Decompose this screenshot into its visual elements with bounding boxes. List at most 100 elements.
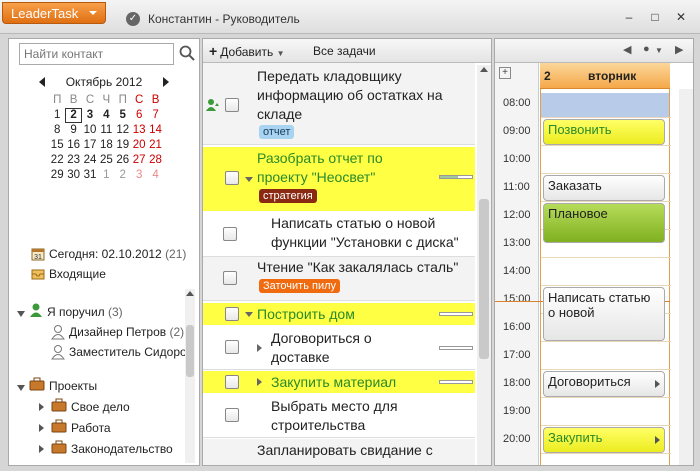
task-checkbox[interactable] <box>223 271 237 285</box>
expand-icon[interactable] <box>39 424 44 432</box>
collapse-icon[interactable] <box>17 385 25 391</box>
day-column[interactable] <box>540 89 671 465</box>
task-checkbox[interactable] <box>225 98 239 112</box>
task-checkbox[interactable] <box>225 375 239 389</box>
minimize-button[interactable]: – <box>616 8 642 26</box>
sidebar-scrollbar[interactable] <box>185 289 195 463</box>
calendar-day[interactable]: 22 <box>49 153 65 168</box>
task-checkbox[interactable] <box>223 227 237 241</box>
calendar-day[interactable]: 12 <box>115 123 131 138</box>
today-dot-icon[interactable]: ● <box>643 43 650 55</box>
calendar-day[interactable]: 20 <box>131 138 147 153</box>
tasks-scrollbar[interactable] <box>477 65 491 465</box>
scrollbar-thumb[interactable] <box>479 199 489 359</box>
calendar-day[interactable]: 15 <box>49 138 65 153</box>
sidebar-item-person[interactable]: Заместитель Сидоров <box>69 343 193 361</box>
task-checkbox[interactable] <box>225 340 239 354</box>
calendar-day[interactable]: 17 <box>82 138 98 153</box>
calendar-day[interactable]: 30 <box>65 168 81 183</box>
calendar-event[interactable]: Написать статью о новой <box>543 287 665 341</box>
calendar-day[interactable]: 31 <box>82 168 98 183</box>
calendar-day[interactable]: 26 <box>115 153 131 168</box>
app-menu-button[interactable]: LeaderTask <box>2 2 106 24</box>
calendar-day[interactable]: 27 <box>131 153 147 168</box>
add-task-button[interactable]: + Добавить ▼ <box>209 43 285 59</box>
task-row[interactable]: Построить дом <box>203 303 475 325</box>
sidebar-item-projects[interactable]: Проекты <box>49 377 97 395</box>
task-tag[interactable]: Заточить пилу <box>259 279 341 293</box>
task-row[interactable]: Договориться о доставке <box>203 326 475 370</box>
calendar-day[interactable]: 6 <box>131 108 147 123</box>
sidebar-item-person[interactable]: Дизайнер Петров (2) <box>69 323 184 341</box>
calendar-day[interactable]: 2 <box>115 168 131 183</box>
calendar-day[interactable]: 10 <box>82 123 98 138</box>
task-row[interactable]: Написать статью о новой функции "Установ… <box>203 211 475 257</box>
calendar-day[interactable]: 8 <box>49 123 65 138</box>
task-row[interactable]: Чтение "Как закалялась сталь" Заточить п… <box>203 257 475 301</box>
calendar-day[interactable]: 3 <box>131 168 147 183</box>
expand-icon[interactable] <box>39 445 44 453</box>
calendar-day[interactable]: 4 <box>147 168 163 183</box>
next-day-icon[interactable]: ▶ <box>675 43 683 56</box>
calendar-day[interactable]: 4 <box>98 108 114 123</box>
calendar-event[interactable]: Закупить <box>543 427 665 453</box>
calendar-day[interactable]: 18 <box>98 138 114 153</box>
prev-day-icon[interactable]: ◀ <box>623 43 631 56</box>
maximize-button[interactable]: □ <box>642 8 668 26</box>
collapse-icon[interactable] <box>17 311 25 317</box>
search-icon[interactable] <box>179 45 195 61</box>
calendar-day[interactable]: 28 <box>147 153 163 168</box>
collapse-icon[interactable] <box>245 312 253 317</box>
planner-scrollbar[interactable] <box>679 89 693 465</box>
expand-icon[interactable] <box>257 344 262 352</box>
calendar-day[interactable]: 13 <box>131 123 147 138</box>
task-row[interactable]: Закупить материал <box>203 371 475 393</box>
calendar-day[interactable]: 25 <box>98 153 114 168</box>
expand-all-icon[interactable]: + <box>499 67 511 79</box>
task-checkbox[interactable] <box>225 408 239 422</box>
close-button[interactable]: ✕ <box>668 8 694 26</box>
calendar-day[interactable]: 1 <box>49 108 65 123</box>
calendar-event[interactable]: Плановое <box>543 203 665 243</box>
sidebar-item-inbox[interactable]: Входящие <box>49 265 106 283</box>
scroll-up-icon[interactable] <box>186 291 194 296</box>
calendar-day[interactable]: 1 <box>98 168 114 183</box>
sidebar-item-assigned[interactable]: Я поручил (3) <box>47 303 123 321</box>
next-month-icon[interactable] <box>163 77 169 87</box>
scroll-up-icon[interactable] <box>480 67 488 72</box>
task-checkbox[interactable] <box>225 171 239 185</box>
calendar-day[interactable]: 24 <box>82 153 98 168</box>
calendar-day-today[interactable]: 2 <box>65 108 82 123</box>
task-row[interactable]: Разобрать отчет по проекту "Неосвет" стр… <box>203 147 475 211</box>
calendar-day[interactable]: 5 <box>115 108 131 123</box>
task-row[interactable]: Передать кладовщику информацию об остатк… <box>203 63 475 145</box>
calendar-day[interactable]: 7 <box>147 108 163 123</box>
task-tag[interactable]: стратегия <box>259 189 317 203</box>
day-header[interactable]: 2 вторник <box>540 63 670 89</box>
task-checkbox[interactable] <box>225 307 239 321</box>
calendar-event[interactable]: Договориться <box>543 371 665 397</box>
calendar-day[interactable]: 16 <box>65 138 81 153</box>
calendar-day[interactable]: 3 <box>82 108 98 123</box>
expand-icon[interactable] <box>39 403 44 411</box>
calendar-day[interactable]: 23 <box>65 153 81 168</box>
calendar-day[interactable]: 14 <box>147 123 163 138</box>
selected-time-slot[interactable] <box>541 93 669 117</box>
task-row[interactable]: Запланировать свидание с <box>203 439 475 465</box>
contact-search-input[interactable] <box>19 43 174 65</box>
sidebar-item-today[interactable]: Сегодня: 02.10.2012 (21) <box>49 245 186 263</box>
calendar-event[interactable]: Позвонить <box>543 119 665 145</box>
collapse-icon[interactable] <box>245 177 253 182</box>
sidebar-item-project[interactable]: Законодательство <box>71 440 173 458</box>
task-tag[interactable]: отчет <box>259 125 295 139</box>
calendar-event[interactable]: Заказать <box>543 175 665 201</box>
calendar-day[interactable]: 19 <box>115 138 131 153</box>
task-row[interactable]: Выбрать место для строительства <box>203 394 475 438</box>
calendar-day[interactable]: 9 <box>65 123 81 138</box>
calendar-day[interactable]: 21 <box>147 138 163 153</box>
expand-icon[interactable] <box>257 378 262 386</box>
chevron-down-icon[interactable]: ▼ <box>655 46 663 55</box>
sidebar-item-project[interactable]: Свое дело <box>71 398 130 416</box>
sidebar-item-project[interactable]: Работа <box>71 419 111 437</box>
scrollbar-thumb[interactable] <box>186 325 194 377</box>
